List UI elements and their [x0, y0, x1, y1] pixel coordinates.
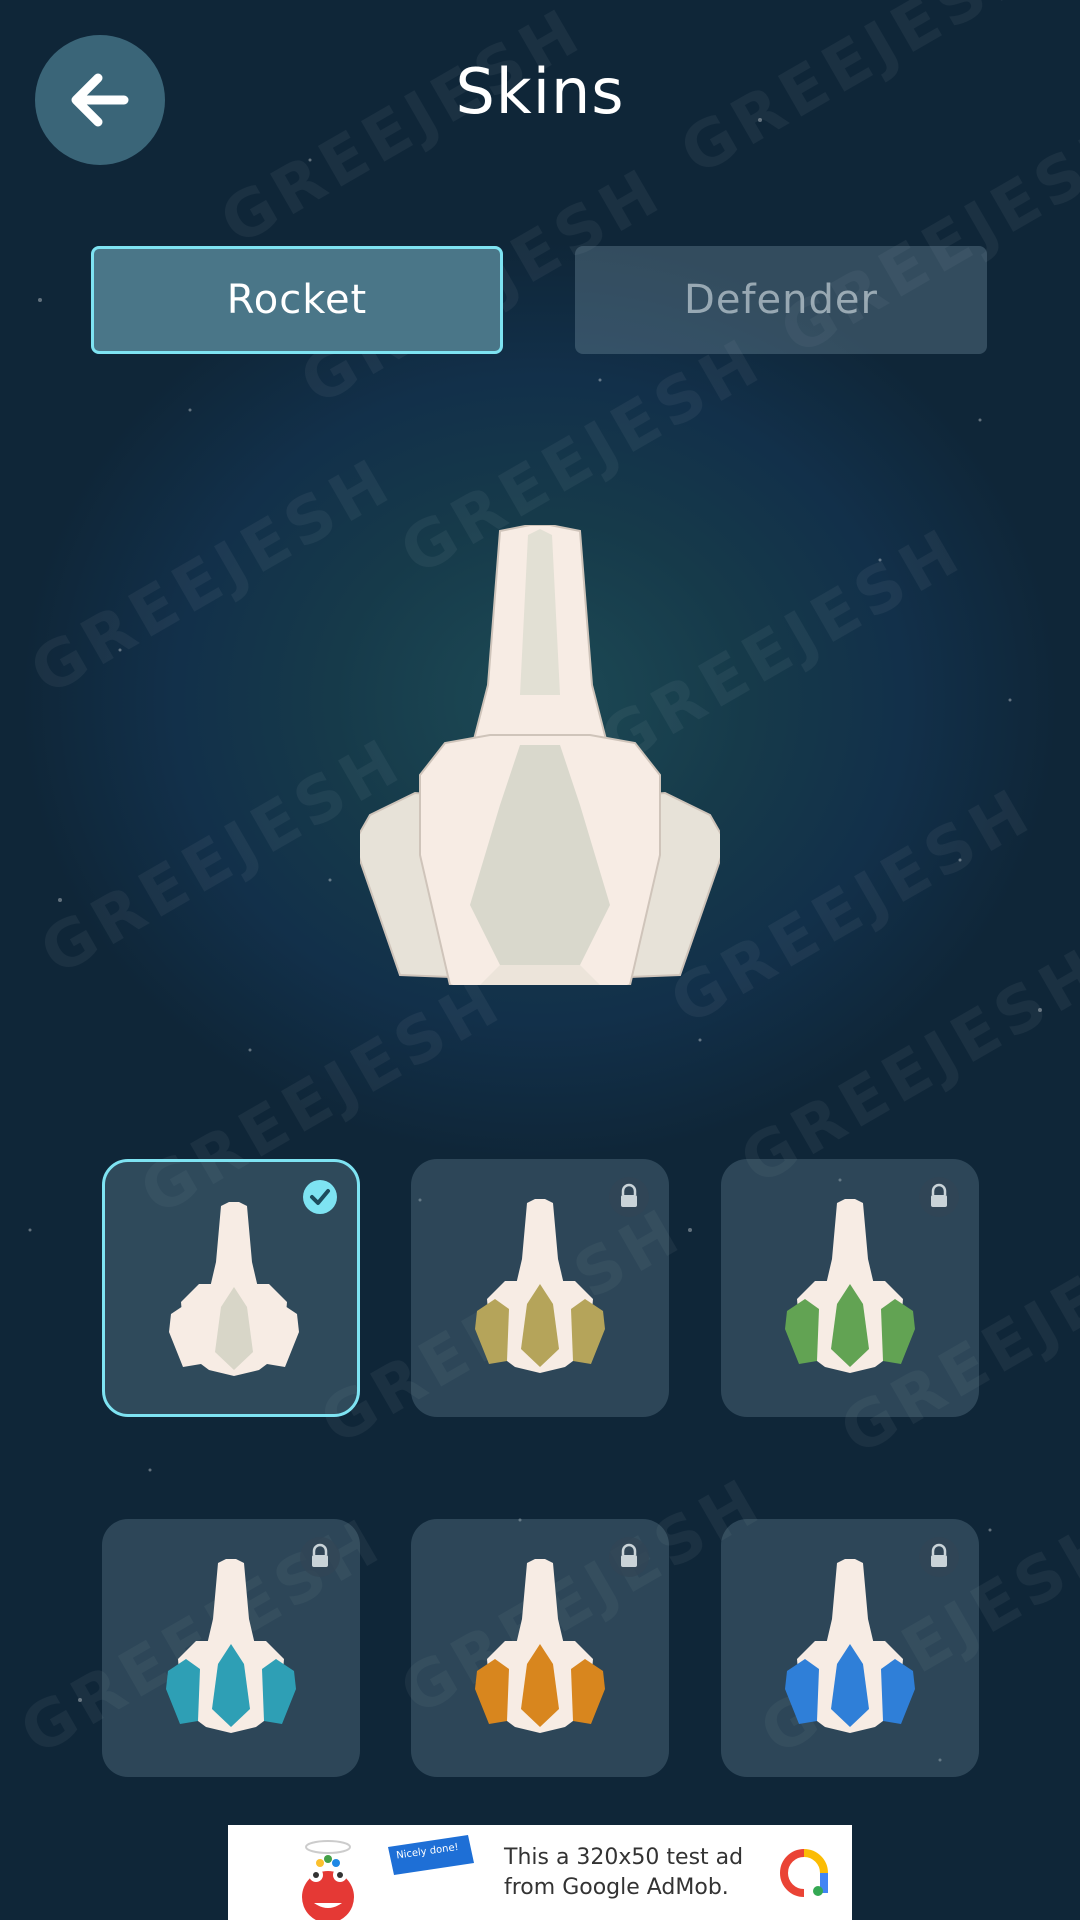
ad-mascot-image — [302, 1835, 474, 1920]
skin-card[interactable] — [411, 1159, 669, 1417]
ship-icon — [475, 1199, 605, 1373]
skin-card[interactable] — [721, 1519, 979, 1777]
lock-icon — [919, 1177, 959, 1217]
page-title: Skins — [455, 55, 625, 128]
skin-card[interactable] — [411, 1519, 669, 1777]
ad-banner[interactable]: Nicely done! This a 320x50 test ad from … — [228, 1825, 852, 1920]
ad-text: This a 320x50 test ad from Google AdMob. — [504, 1843, 764, 1903]
lock-icon — [300, 1537, 340, 1577]
tab-rocket[interactable]: Rocket — [91, 246, 503, 354]
ship-icon — [785, 1199, 915, 1373]
skin-card[interactable] — [102, 1519, 360, 1777]
lock-icon — [919, 1537, 959, 1577]
ship-preview — [360, 525, 720, 985]
ship-icon — [475, 1559, 605, 1733]
skin-card[interactable] — [102, 1159, 360, 1417]
tab-defender[interactable]: Defender — [575, 246, 987, 354]
ship-icon — [169, 1202, 299, 1376]
watermark: GREEJESH — [18, 443, 406, 711]
skins-screen: GREEJESH GREEJESH GREEJESH GREEJESH GREE… — [0, 0, 1080, 1920]
ad-line-1: This a 320x50 test ad — [504, 1845, 744, 1870]
lock-icon — [609, 1177, 649, 1217]
ad-line-2: from Google AdMob. — [504, 1875, 729, 1900]
ship-icon — [166, 1559, 296, 1733]
skin-card[interactable] — [721, 1159, 979, 1417]
checkmark-icon — [303, 1180, 337, 1214]
admob-logo-icon — [779, 1849, 828, 1897]
ship-icon — [785, 1559, 915, 1733]
lock-icon — [609, 1537, 649, 1577]
watermark: GREEJESH — [208, 0, 596, 261]
watermark: GREEJESH — [28, 723, 416, 991]
